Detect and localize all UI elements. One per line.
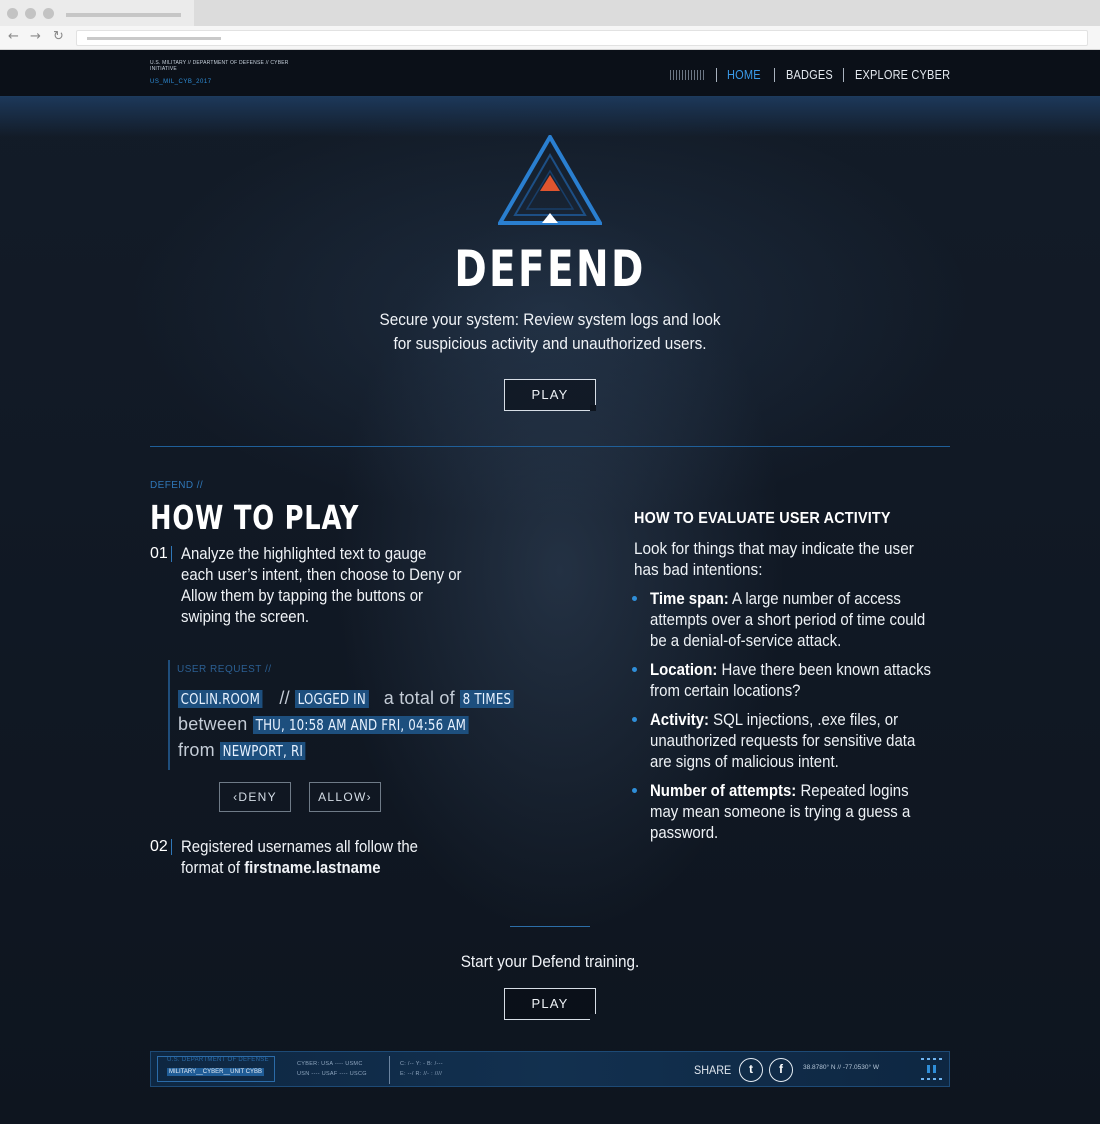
request-text: from xyxy=(178,740,215,760)
logo-code[interactable]: US_MIL_CYB_2017 xyxy=(150,79,212,85)
twitter-icon[interactable]: t xyxy=(739,1058,763,1082)
request-line-2: between THU, 10:58 AM AND FRI, 04:56 AM xyxy=(178,714,498,735)
deny-label: DENY xyxy=(238,790,277,804)
step-text: Analyze the highlighted text to gauge ea… xyxy=(181,544,462,626)
page-title: DEFEND xyxy=(454,240,646,298)
bullet-icon xyxy=(632,788,637,793)
facebook-icon[interactable]: f xyxy=(769,1058,793,1082)
item-term: Location: xyxy=(650,660,718,679)
allow-button[interactable]: ALLOW› xyxy=(309,782,381,812)
menu-grid-icon[interactable] xyxy=(919,1055,945,1083)
tab-title-placeholder xyxy=(66,13,181,17)
action-highlight: LOGGED IN xyxy=(295,690,369,708)
page: U.S. MILITARY // DEPARTMENT OF DEFENSE /… xyxy=(0,50,1100,1124)
request-line-3: from NEWPORT, RI xyxy=(178,740,317,761)
bullet-icon xyxy=(632,717,637,722)
address-bar[interactable] xyxy=(76,30,1088,46)
request-text: a total of xyxy=(383,688,455,708)
request-separator: // xyxy=(279,688,290,708)
window-minimize-button[interactable] xyxy=(25,8,36,19)
bullet-icon xyxy=(632,667,637,672)
request-line-1: COLIN.ROOM // LOGGED IN a total of 8 TIM… xyxy=(178,688,521,709)
user-request-label: USER REQUEST // xyxy=(177,664,272,675)
footer-codes: E: --/ R: //- : //// xyxy=(400,1071,443,1077)
item-term: Activity: xyxy=(650,710,710,729)
footer-separator xyxy=(389,1056,390,1084)
how-to-play-title: HOW TO PLAY xyxy=(150,498,360,537)
forward-arrow-icon[interactable]: → xyxy=(30,29,41,44)
chevron-right-icon: › xyxy=(366,790,372,804)
nav-separator xyxy=(774,68,775,82)
count-highlight: 8 TIMES xyxy=(460,690,514,708)
evaluate-item: Time span: A large number of access atte… xyxy=(650,588,932,651)
header-glow xyxy=(0,97,1100,137)
browser-toolbar: ← → ↻ xyxy=(0,26,1100,50)
username-highlight: COLIN.ROOM xyxy=(178,690,263,708)
evaluate-item: Number of attempts: Repeated logins may … xyxy=(650,780,932,843)
browser-titlebar xyxy=(0,0,1100,26)
nav-separator xyxy=(843,68,844,82)
allow-label: ALLOW xyxy=(318,790,367,804)
reload-icon[interactable]: ↻ xyxy=(53,29,64,44)
nav-separator xyxy=(716,68,717,82)
cta-text: Start your Defend training. xyxy=(460,952,640,971)
hero-description: Secure your system: Review system logs a… xyxy=(379,310,721,353)
back-arrow-icon[interactable]: ← xyxy=(8,29,19,44)
footer-dept: U.S. DEPARTMENT OF DEFENSE xyxy=(167,1057,269,1063)
evaluate-item: Activity: SQL injections, .exe files, or… xyxy=(650,709,932,772)
nav-home[interactable]: HOME xyxy=(727,68,761,82)
deny-button[interactable]: ‹DENY xyxy=(219,782,291,812)
nav-stripes-icon xyxy=(670,70,706,80)
window-close-button[interactable] xyxy=(7,8,18,19)
request-text: between xyxy=(178,714,248,734)
footer-branches: CYBER: USA ---- USMC xyxy=(297,1061,363,1067)
nav-badges[interactable]: BADGES xyxy=(786,68,833,82)
defend-triangle-icon xyxy=(498,135,602,225)
logo-text[interactable]: U.S. MILITARY // DEPARTMENT OF DEFENSE /… xyxy=(150,60,290,72)
nav-explore-cyber[interactable]: EXPLORE CYBER xyxy=(855,68,950,82)
cta-divider xyxy=(510,926,590,927)
start-play-button[interactable]: PLAY xyxy=(504,988,596,1020)
step-number: 02 xyxy=(150,838,168,855)
step-text: Registered usernames all follow the form… xyxy=(181,836,463,878)
username-format: firstname.lastname xyxy=(244,858,381,877)
url-placeholder xyxy=(87,37,221,40)
section-divider xyxy=(150,446,950,447)
location-highlight: NEWPORT, RI xyxy=(220,742,306,760)
play-button[interactable]: PLAY xyxy=(504,379,596,411)
evaluate-title: HOW TO EVALUATE USER ACTIVITY xyxy=(634,510,891,527)
evaluate-item: Location: Have there been known attacks … xyxy=(650,659,932,701)
step-bar xyxy=(171,546,172,562)
bullet-icon xyxy=(632,596,637,601)
coordinates: 38.8780° N // -77.0530° W xyxy=(803,1064,880,1071)
item-term: Time span: xyxy=(650,589,729,608)
share-label: SHARE xyxy=(694,1063,732,1077)
window-maximize-button[interactable] xyxy=(43,8,54,19)
timespan-highlight: THU, 10:58 AM AND FRI, 04:56 AM xyxy=(252,716,469,734)
section-kicker: DEFEND // xyxy=(150,480,204,491)
evaluate-intro: Look for things that may indicate the us… xyxy=(634,539,914,579)
step-number: 01 xyxy=(150,545,168,562)
footer-bar: U.S. DEPARTMENT OF DEFENSE MILITARY__CYB… xyxy=(150,1051,950,1087)
item-term: Number of attempts: xyxy=(650,781,797,800)
footer-unit: MILITARY__CYBER__UNIT CYBB xyxy=(167,1068,265,1076)
footer-branches: USN ---- USAF ---- USCG xyxy=(297,1071,367,1077)
step-bar xyxy=(171,839,172,855)
footer-codes: C: /-- Y: - B: /--- xyxy=(400,1061,443,1067)
